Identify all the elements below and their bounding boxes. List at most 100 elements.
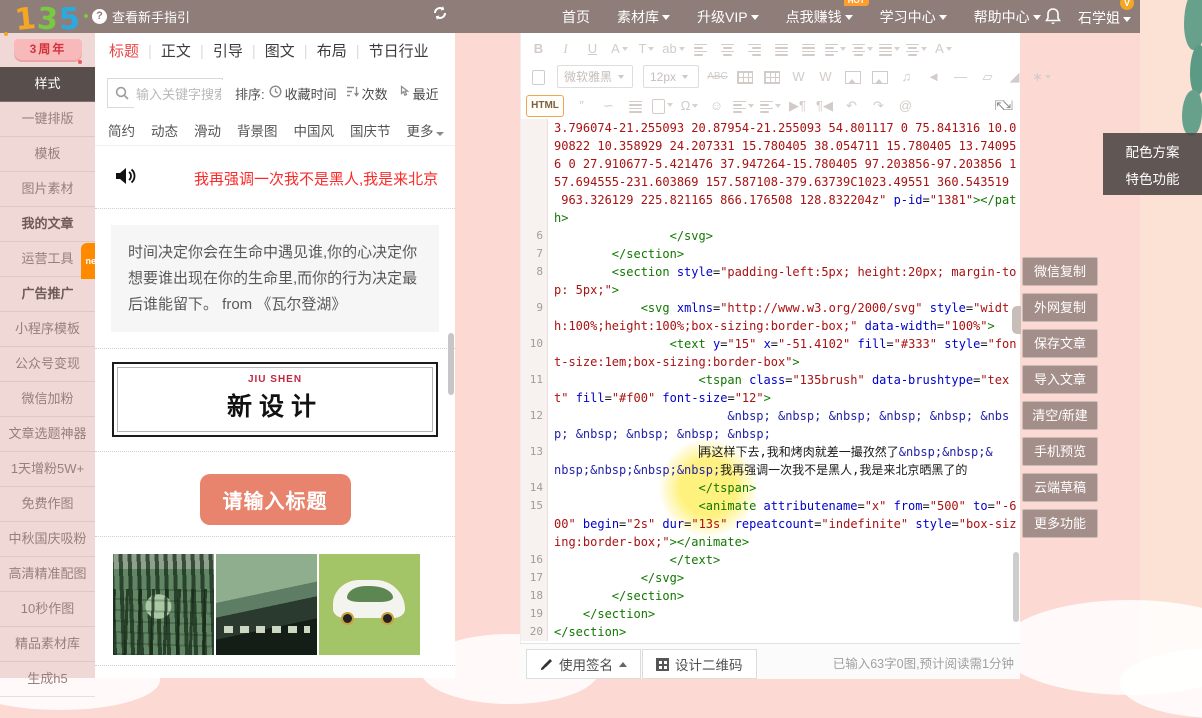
style-panel-scrollbar[interactable] [448, 333, 454, 395]
unordered-list-icon[interactable] [757, 98, 784, 113]
sidebar-item-7[interactable]: 广告推广 [0, 277, 95, 312]
feature-item-1[interactable]: 配色方案 [1103, 141, 1202, 161]
panel-collapse-handle[interactable] [1012, 306, 1021, 334]
redo-icon[interactable]: ↷ [865, 98, 892, 114]
sidebar-item-11[interactable]: 文章选题神器 [0, 417, 95, 452]
style-tab-4[interactable]: 图文 [265, 43, 295, 60]
filter-chip-5[interactable]: 中国风 [294, 120, 335, 140]
filter-chip-3[interactable]: 滑动 [194, 120, 221, 140]
action-button-2[interactable]: 外网复制 [1022, 293, 1098, 322]
code-line[interactable]: 9 <svg xmlns="http://www.w3.org/2000/svg… [521, 299, 1020, 317]
code-line[interactable]: 11 <tspan class="135brush" data-brushtyp… [521, 371, 1020, 389]
sidebar-item-13[interactable]: 免费作图 [0, 487, 95, 522]
underline-icon[interactable]: U [579, 41, 606, 56]
align-justify-icon[interactable] [768, 41, 795, 56]
more-text-style-icon[interactable]: A [930, 41, 957, 56]
style-item-marquee[interactable]: 我再强调一次我不是黑人,我是来北京 [95, 146, 455, 209]
nav-item-1[interactable]: 首页 [562, 7, 590, 27]
sidebar-item-2[interactable]: 一键排版 [0, 102, 95, 137]
filter-chip-2[interactable]: 动态 [151, 120, 178, 140]
action-button-7[interactable]: 云端草稿 [1022, 473, 1098, 502]
sidebar-item-16[interactable]: 10秒作图 [0, 592, 95, 627]
code-line[interactable]: 19 </section> [521, 605, 1020, 623]
new-document-icon[interactable] [525, 68, 552, 84]
code-line[interactable]: 57.694555-231.603869 157.587108-379.6373… [521, 173, 1020, 191]
feature-item-2[interactable]: 特色功能 [1103, 168, 1202, 188]
magic-wand-icon[interactable]: ∗ [1028, 69, 1055, 85]
action-button-5[interactable]: 清空/新建 [1022, 401, 1098, 430]
horizontal-rule-icon[interactable]: — [947, 69, 974, 84]
code-line[interactable]: p: 5px;"> [521, 281, 1020, 299]
anchor-icon[interactable]: @ [892, 98, 919, 113]
action-button-4[interactable]: 导入文章 [1022, 365, 1098, 394]
code-editor[interactable]: 3.796074-21.255093 20.87954-21.255093 54… [521, 119, 1020, 641]
table-icon[interactable] [731, 69, 758, 84]
code-line[interactable]: 13 再这样下去,我和烤肉就差一撮孜然了&nbsp;&nbsp;& [521, 443, 1020, 461]
nav-item-4[interactable]: 点我赚钱HOT [786, 7, 853, 27]
style-item-title-button[interactable]: 请输入标题 [95, 452, 455, 537]
style-tab-5[interactable]: 布局 [317, 43, 347, 60]
sidebar-item-6[interactable]: 运营工具new [0, 242, 95, 277]
code-line[interactable]: 00" begin="2s" dur="13s" repeatcount="in… [521, 515, 1020, 533]
style-tab-2[interactable]: 正文 [161, 43, 191, 60]
eraser-icon[interactable]: ▱ [974, 69, 1001, 85]
action-button-6[interactable]: 手机预览 [1022, 437, 1098, 466]
code-line[interactable]: 10 <text y="15" x="-51.4102" fill="#333"… [521, 335, 1020, 353]
paragraph-rtl-icon[interactable]: ¶◀ [811, 98, 838, 114]
bold-icon[interactable]: B [525, 41, 552, 56]
emoji-icon[interactable]: ☺ [703, 98, 730, 113]
sidebar-item-8[interactable]: 小程序模板 [0, 312, 95, 347]
indent-icon[interactable] [795, 41, 822, 56]
action-button-1[interactable]: 微信复制 [1022, 257, 1098, 286]
word-import-icon[interactable]: W [812, 69, 839, 84]
text-block-icon[interactable] [622, 98, 649, 113]
sidebar-item-14[interactable]: 中秋国庆吸粉 [0, 522, 95, 557]
code-line[interactable]: p; &nbsp; &nbsp; &nbsp; &nbsp; [521, 425, 1020, 443]
nav-item-6[interactable]: 帮助中心 [974, 7, 1041, 27]
code-line[interactable]: 6 </svg> [521, 227, 1020, 245]
highlight-icon[interactable]: ab [660, 41, 687, 56]
site-logo[interactable]: 135 3周年 [6, 2, 90, 90]
editor-scrollbar[interactable] [1013, 552, 1019, 622]
insert-block-icon[interactable] [649, 97, 676, 113]
search-input[interactable] [134, 80, 223, 108]
undo-icon[interactable]: ↶ [838, 98, 865, 114]
link-icon[interactable]: ∽ [595, 98, 622, 114]
italic-icon[interactable]: I [552, 41, 579, 57]
filter-chip-4[interactable]: 背景图 [237, 120, 278, 140]
sidebar-item-5[interactable]: 我的文章 [0, 207, 95, 242]
newbie-guide-link[interactable]: ? 查看新手指引 [92, 7, 190, 26]
paragraph-ltr-icon[interactable]: ▶¶ [784, 98, 811, 114]
nav-item-5[interactable]: 学习中心 [880, 7, 947, 27]
outdent-icon[interactable] [822, 41, 849, 56]
code-line[interactable]: 90822 10.358929 24.207331 15.780405 38.0… [521, 137, 1020, 155]
code-line[interactable]: 6 0 27.910677-5.421476 37.947264-15.7804… [521, 155, 1020, 173]
font-background-icon[interactable]: T [633, 41, 660, 56]
filter-chip-6[interactable]: 国庆节 [350, 120, 391, 140]
action-button-3[interactable]: 保存文章 [1022, 329, 1098, 358]
sidebar-item-4[interactable]: 图片素材 [0, 172, 95, 207]
music-icon[interactable]: ♫ [893, 69, 920, 84]
html-source-button[interactable]: HTML [526, 95, 564, 117]
style-tab-3[interactable]: 引导 [213, 43, 243, 60]
align-left-icon[interactable] [687, 41, 714, 56]
ordered-list-icon[interactable] [730, 98, 757, 113]
fullscreen-icon[interactable]: ⇱⇲ [994, 98, 1010, 114]
style-tab-1[interactable]: 标题 [109, 43, 139, 60]
signature-tab[interactable]: 使用签名 [526, 649, 641, 679]
blockquote-icon[interactable]: ” [568, 98, 595, 113]
code-line[interactable]: 7 </section> [521, 245, 1020, 263]
sidebar-item-9[interactable]: 公众号变现 [0, 347, 95, 382]
code-line[interactable]: 20</section> [521, 623, 1020, 641]
code-line[interactable]: ing:border-box;"></animate> [521, 533, 1020, 551]
style-tab-6[interactable]: 节日行业 [369, 43, 429, 60]
code-line[interactable]: h:100%;height:100%;box-sizing:border-box… [521, 317, 1020, 335]
strikethrough-icon[interactable]: ABC [704, 71, 731, 82]
refresh-icon[interactable] [432, 5, 448, 26]
sidebar-item-12[interactable]: 1天增粉5W+ [0, 452, 95, 487]
sidebar-item-18[interactable]: 生成h5 [0, 662, 95, 697]
style-item-logo-card[interactable]: JIU SHEN 新设计 [95, 362, 455, 452]
image-gallery-icon[interactable] [866, 69, 893, 84]
style-item-first-heading[interactable]: 1 第一标题 [95, 666, 455, 678]
code-line[interactable]: 17 </svg> [521, 569, 1020, 587]
